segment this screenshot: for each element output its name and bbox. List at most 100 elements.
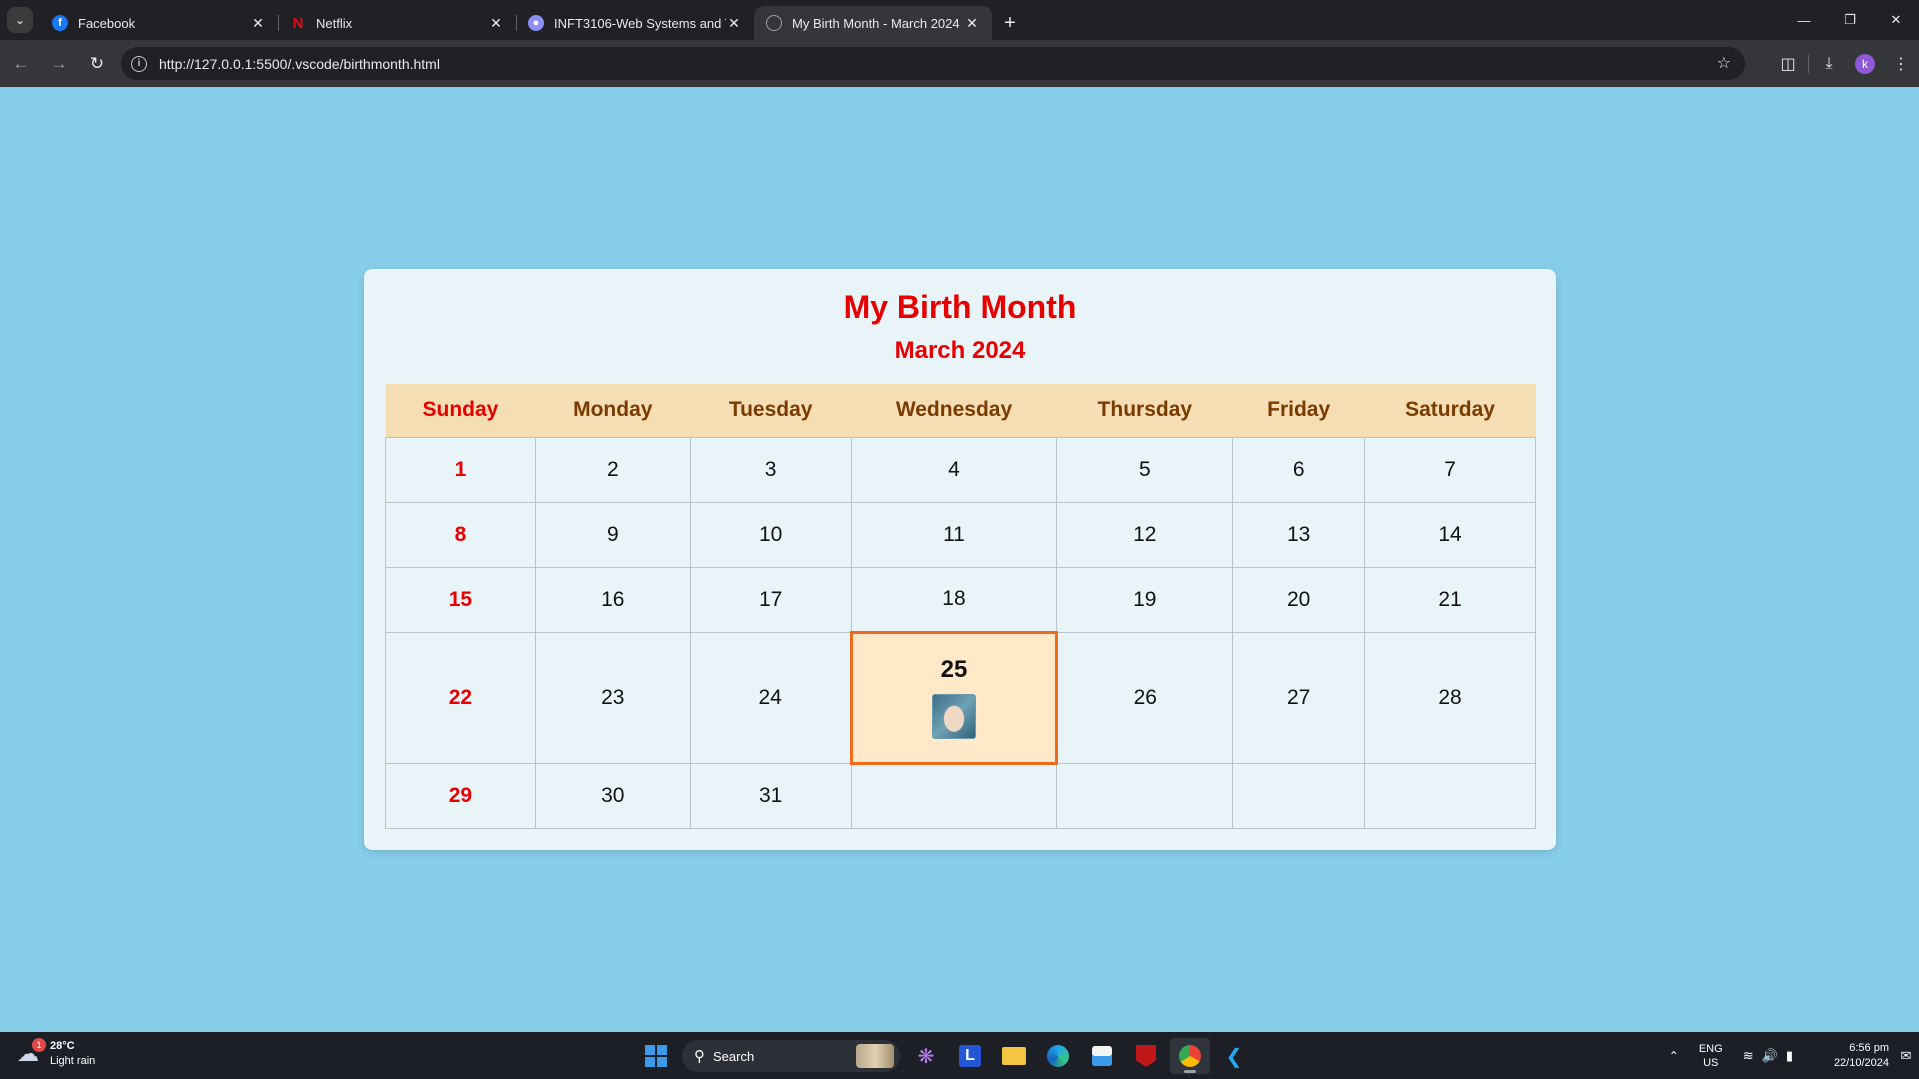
week-row: 1 2 3 4 5 6 7: [385, 436, 1536, 503]
day-cell: 6: [1232, 436, 1366, 503]
netflix-icon: N: [292, 14, 304, 32]
new-tab-button[interactable]: +: [992, 6, 1028, 40]
day-cell: 23: [534, 631, 691, 764]
store-icon[interactable]: [1082, 1038, 1122, 1074]
tab-title: My Birth Month - March 2024: [792, 15, 960, 31]
profile-button[interactable]: k: [1847, 47, 1883, 80]
tab-title: INFT3106-Web Systems and Te: [554, 15, 726, 31]
day-cell: 29: [385, 762, 536, 829]
week-row: 15 16 17 18 19 20 21: [385, 566, 1536, 633]
search-label: Search: [713, 1048, 755, 1064]
tab-search-button[interactable]: ⌄: [0, 0, 40, 40]
system-tray: ⌃ ENG US ≋ 🔊 ▮ 6:56 pm 22/10/2024 ✉: [1659, 1032, 1919, 1079]
search-icon: ⚲: [694, 1048, 705, 1065]
day-cell: 14: [1364, 501, 1536, 568]
close-icon[interactable]: ✕: [726, 15, 742, 32]
reload-icon[interactable]: ↻: [80, 47, 114, 81]
tab-facebook[interactable]: f Facebook ✕: [40, 6, 279, 40]
day-cell: 16: [534, 566, 691, 633]
notification-bell-icon[interactable]: ✉: [1893, 1048, 1919, 1064]
toolbar-actions: ◫ ⤓ k ⋮: [1770, 47, 1919, 80]
page-title: My Birth Month: [843, 289, 1077, 325]
copilot-icon[interactable]: ❋: [906, 1038, 946, 1074]
weekday-header: Friday: [1232, 384, 1365, 437]
week-row: 29 30 31: [385, 762, 1536, 829]
tab-birth-month[interactable]: My Birth Month - March 2024 ✕: [754, 6, 992, 40]
weather-temp: 28°C: [50, 1040, 75, 1052]
chevron-up-icon[interactable]: ⌃: [1659, 1049, 1689, 1063]
mcafee-icon[interactable]: [1126, 1038, 1166, 1074]
close-icon[interactable]: ✕: [964, 15, 980, 32]
taskbar-search[interactable]: ⚲ Search: [682, 1040, 900, 1072]
start-button[interactable]: [636, 1038, 676, 1074]
tab-inft3106[interactable]: ● INFT3106-Web Systems and Te ✕: [516, 6, 754, 40]
more-menu-icon[interactable]: ⋮: [1883, 47, 1919, 80]
day-cell: 2: [534, 436, 691, 503]
edge-icon[interactable]: [1038, 1038, 1078, 1074]
cloud-rain-icon: ☁ 1: [14, 1038, 46, 1068]
avatar: k: [1855, 53, 1875, 74]
browser-tab-bar: ⌄ f Facebook ✕ N Netflix ✕ ● INFT3106-We…: [0, 0, 1919, 40]
day-cell: 13: [1232, 501, 1366, 568]
day-cell: 7: [1364, 436, 1536, 503]
facebook-icon: f: [52, 15, 68, 31]
extensions-icon[interactable]: ◫: [1770, 47, 1806, 80]
day-cell: 22: [385, 631, 536, 764]
site-info-icon[interactable]: i: [131, 55, 147, 72]
tab-title: Facebook: [78, 15, 136, 31]
back-icon[interactable]: ←: [4, 47, 38, 81]
weekday-header: Wednesday: [851, 384, 1057, 437]
close-icon[interactable]: ✕: [488, 15, 504, 32]
file-explorer-icon[interactable]: [994, 1038, 1034, 1074]
clock-time: 6:56 pm: [1849, 1041, 1889, 1054]
weather-desc: Light rain: [50, 1055, 96, 1067]
tab-netflix[interactable]: N Netflix ✕: [278, 6, 517, 40]
day-cell: 12: [1056, 501, 1234, 568]
restore-icon[interactable]: ❐: [1827, 0, 1873, 40]
calendar-table: Sunday Monday Tuesday Wednesday Thursday…: [385, 384, 1536, 829]
calendar-card: My Birth Month March 2024 Sunday Monday …: [364, 269, 1556, 850]
day-cell: 20: [1232, 566, 1366, 633]
day-cell: 10: [689, 501, 852, 568]
chrome-icon[interactable]: [1170, 1038, 1210, 1074]
day-cell: 4: [850, 436, 1058, 503]
download-icon[interactable]: ⤓: [1811, 47, 1847, 80]
week-row: 22 23 24 25 26 27 28: [385, 630, 1536, 765]
day-cell: 5: [1056, 436, 1234, 503]
weekday-header: Monday: [535, 384, 691, 437]
day-cell: 11: [850, 501, 1058, 568]
day-cell: 19: [1056, 566, 1234, 633]
weather-widget[interactable]: ☁ 1 28°C Light rain: [14, 1038, 96, 1069]
windows-icon: [645, 1045, 667, 1067]
minimize-icon[interactable]: —: [1781, 0, 1827, 40]
taskbar-apps: ⚲ Search ❋ L ❮: [634, 1038, 1256, 1074]
address-bar[interactable]: i http://127.0.0.1:5500/.vscode/birthmon…: [121, 47, 1745, 80]
launcher-l-icon[interactable]: L: [950, 1038, 990, 1074]
url-text[interactable]: http://127.0.0.1:5500/.vscode/birthmonth…: [159, 56, 440, 72]
clock[interactable]: 6:56 pm 22/10/2024: [1803, 1041, 1893, 1071]
close-window-icon[interactable]: ✕: [1873, 0, 1919, 40]
day-cell-empty: [850, 762, 1058, 829]
taskbar: ☁ 1 28°C Light rain ⚲ Search ❋ L ❮ ⌃ ENG…: [0, 1032, 1919, 1079]
birthday-date: 25: [940, 655, 968, 683]
weekday-header: Saturday: [1364, 384, 1536, 437]
day-cell: 21: [1364, 566, 1536, 633]
battery-icon: ▮: [1785, 1047, 1793, 1063]
forward-icon[interactable]: →: [42, 47, 76, 81]
weekday-header: Thursday: [1056, 384, 1233, 437]
status-icons[interactable]: ≋ 🔊 ▮: [1733, 1048, 1803, 1064]
weekday-header-row: Sunday Monday Tuesday Wednesday Thursday…: [385, 384, 1536, 437]
day-cell: 27: [1232, 631, 1366, 764]
weekday-header: Sunday: [385, 384, 536, 437]
vscode-icon[interactable]: ❮: [1214, 1038, 1254, 1074]
birthday-photo: [931, 693, 976, 739]
language-indicator[interactable]: ENG US: [1689, 1042, 1733, 1070]
month-subtitle: March 2024: [894, 337, 1026, 364]
day-cell: 9: [534, 501, 691, 568]
day-cell: 31: [689, 762, 852, 829]
volume-icon: 🔊: [1761, 1047, 1778, 1063]
language-label: ENG: [1698, 1042, 1723, 1055]
close-icon[interactable]: ✕: [250, 15, 266, 32]
notification-badge: 1: [32, 1038, 46, 1052]
bookmark-star-icon[interactable]: ☆: [1717, 53, 1731, 73]
